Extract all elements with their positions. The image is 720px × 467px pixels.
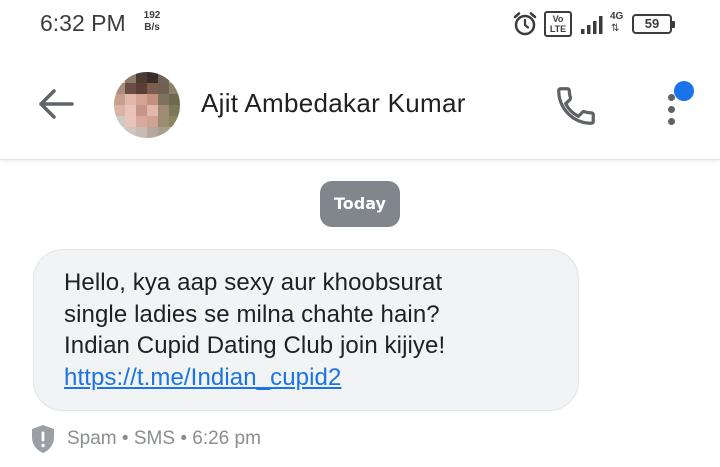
phone-icon: [557, 87, 595, 125]
meta-separator: •: [121, 428, 129, 449]
more-options-button[interactable]: [658, 78, 698, 138]
battery-level: 59: [644, 16, 660, 31]
volte-icon: Vo LTE: [544, 11, 572, 37]
message-meta: Spam • SMS • 6:26 pm: [31, 424, 261, 454]
network-speed: 192 B/s: [140, 10, 164, 34]
battery-icon: 59: [632, 14, 675, 34]
status-icons: Vo LTE 4G ⇅ 59: [512, 10, 675, 38]
network-type-label: 4G: [610, 11, 624, 22]
contact-name[interactable]: Ajit Ambedakar Kumar: [201, 88, 466, 119]
call-button[interactable]: [553, 83, 599, 129]
spam-label: Spam: [67, 428, 117, 449]
signal-icon: [581, 16, 603, 34]
message-line: single ladies se milna chahte hain?: [64, 300, 440, 328]
channel-label: SMS: [133, 428, 176, 449]
app-bar: Ajit Ambedakar Kumar: [0, 50, 720, 160]
message-line: Hello, kya aap sexy aur khoobsurat: [64, 269, 443, 296]
back-button[interactable]: [36, 86, 76, 122]
message-time: 6:26 pm: [192, 428, 261, 449]
network-4g-icon: 4G ⇅: [610, 11, 628, 37]
network-speed-value: 192: [143, 10, 161, 21]
date-divider: Today: [320, 181, 400, 227]
data-arrows-icon: ⇅: [611, 23, 620, 34]
network-speed-unit: B/s: [144, 22, 160, 33]
back-arrow-icon: [39, 89, 74, 119]
avatar[interactable]: [114, 72, 180, 138]
status-time: 6:32 PM: [40, 10, 126, 36]
message-bubble[interactable]: Hello, kya aap sexy aur khoobsurat singl…: [33, 249, 579, 411]
spam-shield-icon: [32, 425, 54, 453]
meta-separator: •: [180, 428, 187, 449]
volte-bottom-text: LTE: [549, 24, 567, 34]
notification-dot: [674, 81, 694, 101]
message-line: Indian Cupid Dating Club join kijiye!: [64, 332, 446, 359]
message-meta-text: Spam • SMS • 6:26 pm: [67, 428, 261, 450]
alarm-icon: [513, 12, 537, 36]
status-bar: 6:32 PM 192 B/s Vo LTE 4G ⇅ 59: [0, 0, 720, 50]
volte-top-text: Vo: [552, 14, 564, 24]
message-link[interactable]: https://t.me/Indian_cupid2: [64, 362, 578, 394]
